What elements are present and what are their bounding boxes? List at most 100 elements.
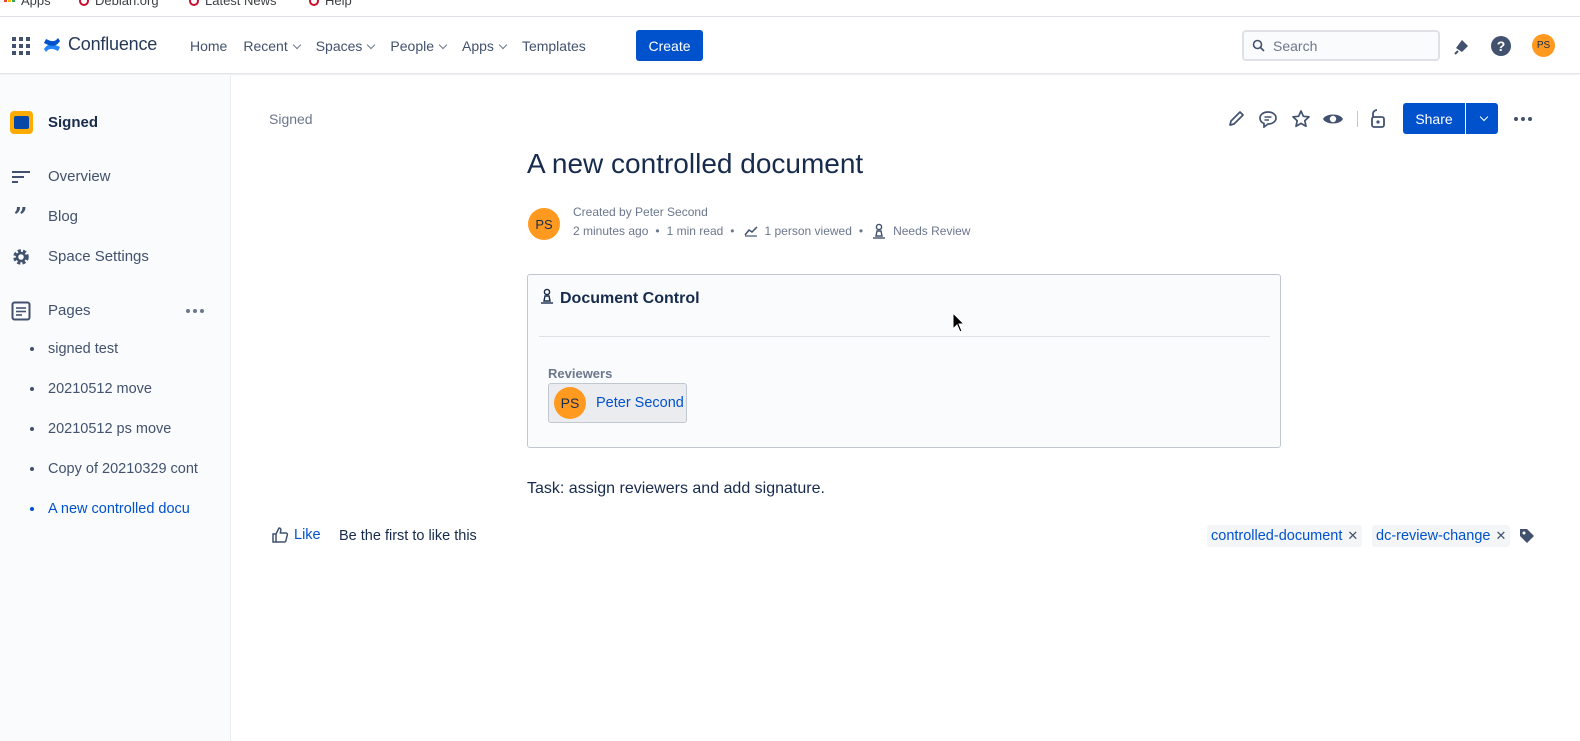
svg-text:?: ?	[1497, 38, 1506, 54]
breadcrumb[interactable]: Signed	[269, 111, 313, 127]
stamp-icon	[872, 223, 886, 239]
top-navigation: Confluence Home Recent Spaces People App…	[0, 18, 1580, 74]
debian-icon	[309, 0, 319, 6]
bullet-icon	[30, 347, 34, 351]
mouse-cursor-icon	[952, 311, 966, 337]
bookmark-help[interactable]: Help	[309, 0, 352, 8]
gear-icon	[10, 246, 31, 267]
star-button[interactable]	[1289, 107, 1313, 131]
create-button[interactable]: Create	[636, 30, 703, 61]
nav-templates[interactable]: Templates	[522, 38, 586, 54]
bookmarks-bar: Apps Debian.org Latest News Help	[0, 0, 1580, 17]
confluence-logo-icon	[44, 37, 60, 52]
debian-icon	[189, 0, 199, 6]
confluence-logo[interactable]: Confluence	[42, 34, 157, 55]
space-icon	[10, 111, 33, 134]
edit-button[interactable]	[1224, 107, 1248, 131]
divider	[539, 336, 1270, 337]
stamp-icon	[540, 288, 554, 309]
page-tree-item[interactable]: signed test	[30, 341, 200, 357]
watch-button[interactable]	[1321, 107, 1345, 131]
nav-recent[interactable]: Recent	[243, 38, 301, 54]
share-dropdown-button[interactable]	[1466, 103, 1498, 134]
space-sidebar: Signed Overview ” Blog Space Settings Pa…	[0, 75, 231, 741]
bookmark-apps[interactable]: Apps	[4, 0, 51, 8]
sidebar-item-overview[interactable]: Overview	[10, 166, 111, 187]
analytics-icon	[743, 225, 758, 237]
overview-icon	[10, 166, 31, 187]
like-hint: Be the first to like this	[339, 528, 477, 544]
page-title: A new controlled document	[527, 148, 864, 179]
apps-grid-icon	[4, 0, 15, 2]
app-switcher-icon[interactable]	[12, 37, 30, 55]
byline-author: Created by Peter Second	[573, 205, 708, 219]
nav-apps[interactable]: Apps	[462, 38, 508, 54]
nav-spaces[interactable]: Spaces	[316, 38, 376, 54]
page-tree-item[interactable]: 20210512 ps move	[30, 421, 200, 437]
pages-icon	[10, 300, 31, 321]
star-icon	[1292, 110, 1310, 128]
chevron-down-icon	[438, 40, 448, 49]
comment-button[interactable]	[1256, 107, 1280, 131]
nav-menu: Home Recent Spaces People Apps Templates	[190, 18, 602, 74]
byline-read-time: 1 min read	[666, 224, 724, 238]
chevron-down-icon	[1479, 112, 1488, 122]
sidebar-item-blog[interactable]: ” Blog	[10, 201, 78, 231]
more-actions-icon[interactable]	[1514, 117, 1532, 121]
nav-home[interactable]: Home	[190, 38, 227, 54]
search-input[interactable]: Search	[1242, 30, 1440, 61]
document-control-heading: Document Control	[540, 288, 700, 309]
document-control-panel: Document Control Reviewers PS Peter Seco…	[527, 274, 1281, 448]
page-tree-item[interactable]: Copy of 20210329 cont	[30, 461, 200, 477]
add-label-button[interactable]	[1518, 527, 1536, 548]
label-tag[interactable]: dc-review-change ✕	[1372, 525, 1511, 547]
chevron-down-icon	[367, 40, 376, 49]
page-tree-item[interactable]: 20210512 move	[30, 381, 200, 397]
search-icon	[1252, 39, 1265, 52]
label-tag[interactable]: controlled-document ✕	[1207, 525, 1363, 547]
help-icon: ?	[1491, 36, 1511, 56]
bookmark-latest-news[interactable]: Latest News	[189, 0, 277, 8]
share-button[interactable]: Share	[1403, 103, 1465, 134]
byline-meta: 2 minutes ago • 1 min read • 1 person vi…	[573, 223, 971, 239]
bullet-icon	[30, 507, 34, 511]
byline-status: Needs Review	[893, 224, 971, 238]
eye-icon	[1323, 114, 1343, 124]
user-avatar[interactable]: PS	[1532, 34, 1555, 57]
bullet-icon	[30, 427, 34, 431]
remove-label-icon[interactable]: ✕	[1495, 528, 1506, 544]
comment-icon	[1259, 111, 1277, 128]
notifications-button[interactable]	[1450, 34, 1474, 58]
page-tree-item-active[interactable]: A new controlled docu	[30, 501, 200, 517]
quote-icon: ”	[13, 201, 28, 231]
bullet-icon	[30, 387, 34, 391]
remove-label-icon[interactable]: ✕	[1347, 528, 1358, 544]
bookmark-debian[interactable]: Debian.org	[79, 0, 159, 8]
page-body-text: Task: assign reviewers and add signature…	[527, 480, 825, 497]
bell-icon	[1454, 40, 1468, 55]
restrictions-button[interactable]	[1366, 107, 1390, 131]
author-avatar[interactable]: PS	[528, 208, 560, 240]
reviewer-chip[interactable]: PS Peter Second	[548, 383, 687, 423]
debian-icon	[79, 0, 89, 6]
sidebar-item-pages[interactable]: Pages	[10, 300, 91, 321]
reviewers-label: Reviewers	[548, 366, 613, 381]
reviewer-avatar: PS	[554, 387, 586, 419]
reviewer-name[interactable]: Peter Second	[596, 395, 684, 411]
byline-views[interactable]: 1 person viewed	[765, 224, 852, 238]
chevron-down-icon	[292, 40, 301, 49]
nav-people[interactable]: People	[390, 38, 448, 54]
chevron-down-icon	[498, 40, 508, 49]
tag-icon	[1520, 529, 1534, 543]
unlock-icon	[1371, 109, 1385, 128]
space-header[interactable]: Signed	[10, 111, 98, 134]
byline-time: 2 minutes ago	[573, 224, 649, 238]
like-button[interactable]: Like	[271, 526, 321, 544]
pencil-icon	[1229, 111, 1244, 126]
help-button[interactable]: ?	[1489, 34, 1513, 58]
toolbar-divider	[1357, 111, 1358, 127]
thumbs-up-icon	[272, 527, 289, 543]
bullet-icon	[30, 467, 34, 471]
sidebar-item-space-settings[interactable]: Space Settings	[10, 246, 149, 267]
pages-more-icon[interactable]	[186, 309, 204, 313]
